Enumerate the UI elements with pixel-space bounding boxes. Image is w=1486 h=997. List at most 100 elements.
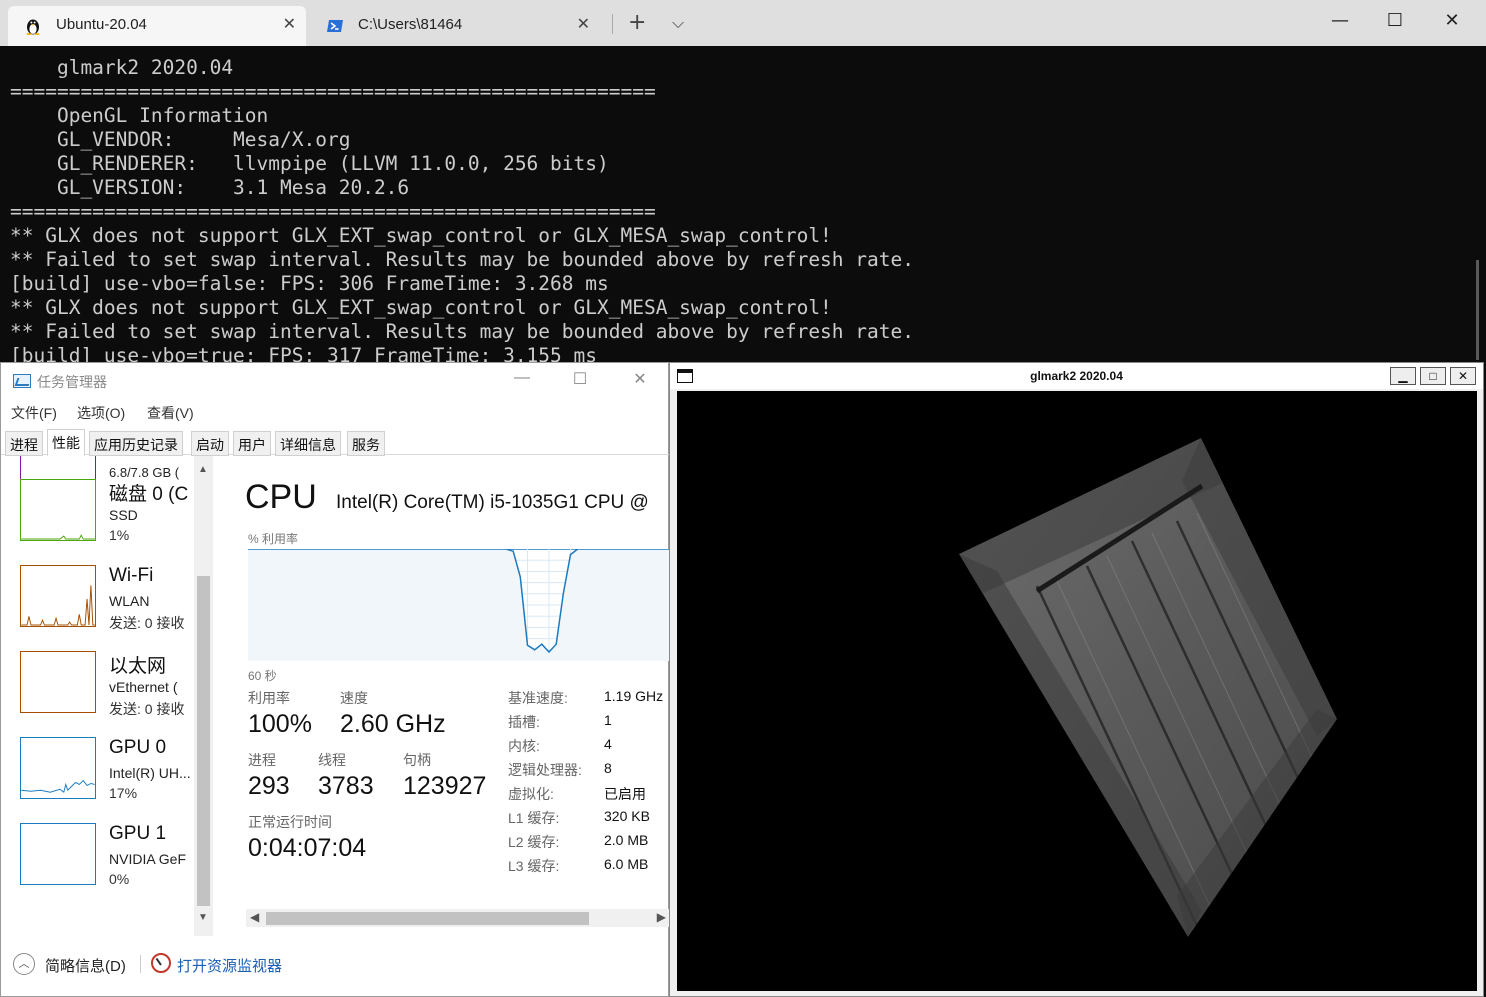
menu-file[interactable]: 文件(F) — [11, 403, 57, 423]
gpu0-thumbnail — [20, 737, 96, 799]
task-manager-footer: ︿ 简略信息(D) 打开资源监视器 — [1, 946, 670, 996]
horizontal-scrollbar[interactable]: ◀ ▶ — [246, 909, 670, 927]
ethernet-throughput: 发送: 0 接收 — [109, 701, 185, 717]
sidebar-item-ethernet[interactable]: 以太网 vEthernet ( 发送: 0 接收 — [1, 651, 193, 737]
tab-details[interactable]: 详细信息 — [275, 431, 341, 456]
gpu1-thumbnail — [20, 823, 96, 885]
window-title: 任务管理器 — [37, 374, 107, 390]
sidebar-item-wifi[interactable]: Wi-Fi WLAN 发送: 0 接收 — [1, 565, 193, 651]
sidebar-item-gpu0[interactable]: GPU 0 Intel(R) UH... 17% — [1, 737, 193, 823]
glmark2-render-canvas[interactable] — [677, 391, 1477, 991]
open-resource-monitor-link[interactable]: 打开资源监视器 — [177, 955, 282, 976]
terminal-tab-bar: Ubuntu-20.04 ✕ C:\Users\81464 ✕ + ⌵ — ☐ … — [0, 0, 1486, 46]
minimize-icon[interactable]: ▁ — [1390, 367, 1416, 385]
maximize-icon[interactable]: □ — [1420, 367, 1446, 385]
sidebar-scrollbar[interactable]: ▲ ▼ — [194, 456, 213, 936]
gpu0-usage: 17% — [109, 785, 138, 801]
close-tab-icon[interactable]: ✕ — [577, 14, 590, 34]
tab-services[interactable]: 服务 — [347, 431, 385, 456]
utilization-label: 利用率 — [248, 690, 290, 706]
tab-performance[interactable]: 性能 — [47, 429, 85, 456]
cpu-title: CPU — [245, 478, 317, 516]
terminal-scrollbar[interactable] — [1476, 260, 1479, 360]
terminal-line: ** GLX does not support GLX_EXT_swap_con… — [10, 224, 832, 247]
tab-processes[interactable]: 进程 — [5, 431, 43, 456]
tab-ubuntu[interactable]: Ubuntu-20.04 ✕ — [8, 6, 306, 46]
spec-label: 插槽: — [508, 714, 540, 730]
utilization-value: 100% — [248, 710, 312, 738]
fewer-details-button[interactable]: 简略信息(D) — [45, 955, 126, 976]
threads-label: 线程 — [318, 752, 346, 768]
new-tab-plus-icon[interactable]: + — [628, 10, 646, 35]
close-window-icon[interactable]: ✕ — [625, 369, 655, 389]
chevron-up-icon[interactable]: ︿ — [13, 953, 35, 975]
tab-startup[interactable]: 启动 — [191, 431, 229, 456]
minimize-icon[interactable]: — — [507, 369, 537, 387]
terminal-line: ========================================… — [10, 200, 656, 223]
spec-value: 1 — [604, 712, 612, 728]
linux-penguin-icon — [26, 19, 40, 35]
terminal-line: OpenGL Information — [10, 104, 269, 127]
glmark2-window: glmark2 2020.04 ▁ □ ✕ — [669, 362, 1484, 997]
gpu0-name: GPU 0 — [109, 737, 167, 758]
spec-value: 8 — [604, 760, 612, 776]
maximize-icon[interactable]: ☐ — [565, 369, 595, 389]
disk-usage: 1% — [109, 527, 130, 543]
close-window-icon[interactable]: ✕ — [1450, 367, 1476, 385]
spec-label: L2 缓存: — [508, 834, 560, 850]
terminal-line: ========================================… — [10, 80, 656, 103]
sidebar-item-gpu1[interactable]: GPU 1 NVIDIA GeF 0% — [1, 823, 193, 909]
menu-view[interactable]: 查看(V) — [147, 403, 194, 423]
disk-type: SSD — [109, 507, 138, 523]
close-window-icon[interactable]: ✕ — [1437, 10, 1467, 31]
tab-app-history[interactable]: 应用历史记录 — [89, 431, 183, 456]
terminal-output[interactable]: glmark2 2020.04 =========================… — [10, 56, 1470, 362]
gpu1-model: NVIDIA GeF — [109, 851, 187, 867]
sidebar-item-disk[interactable]: 磁盘 0 (C SSD 1% — [1, 479, 193, 565]
footer-divider — [140, 955, 141, 973]
cpu-performance-panel: CPU Intel(R) Core(TM) i5-1035G1 CPU @ % … — [213, 456, 670, 936]
utilization-axis-label: % 利用率 — [248, 532, 299, 546]
spec-label: 基准速度: — [508, 690, 568, 706]
spec-label: L1 缓存: — [508, 810, 560, 826]
tab-label: Ubuntu-20.04 — [56, 16, 147, 33]
gpu1-usage: 0% — [109, 871, 130, 887]
handles-label: 句柄 — [403, 752, 431, 768]
glmark2-titlebar: glmark2 2020.04 ▁ □ ✕ — [670, 363, 1483, 389]
processes-label: 进程 — [248, 752, 276, 768]
powershell-icon — [327, 20, 343, 32]
tab-strip: 进程 性能 应用历史记录 启动 用户 详细信息 服务 — [1, 429, 670, 456]
ethernet-adapter: vEthernet ( — [109, 679, 178, 695]
close-tab-icon[interactable]: ✕ — [283, 14, 296, 34]
graph-time-span: 60 秒 — [248, 669, 277, 683]
scrollbar-thumb[interactable] — [266, 912, 589, 925]
utilization-area — [248, 549, 670, 661]
terminal-line: ** Failed to set swap interval. Results … — [10, 320, 914, 343]
scrollbar-thumb[interactable] — [197, 576, 210, 906]
chevron-down-icon[interactable]: ⌵ — [672, 13, 684, 33]
gpu0-model: Intel(R) UH... — [109, 765, 191, 781]
wifi-throughput: 发送: 0 接收 — [109, 615, 185, 631]
menu-options[interactable]: 选项(O) — [77, 403, 125, 423]
ethernet-thumbnail — [20, 651, 96, 713]
wifi-name: Wi-Fi — [109, 565, 154, 586]
scroll-up-icon[interactable]: ▲ — [198, 464, 208, 475]
window-title: glmark2 2020.04 — [1030, 369, 1123, 383]
tab-powershell[interactable]: C:\Users\81464 ✕ — [310, 6, 600, 46]
tab-label: C:\Users\81464 — [358, 16, 463, 33]
wifi-adapter: WLAN — [109, 593, 150, 609]
spec-value: 320 KB — [604, 808, 650, 824]
scroll-down-icon[interactable]: ▼ — [198, 912, 208, 923]
tab-divider — [612, 14, 613, 34]
minimize-icon[interactable]: — — [1325, 10, 1355, 31]
scroll-left-icon[interactable]: ◀ — [250, 910, 259, 924]
spec-label: 内核: — [508, 738, 540, 754]
tab-users[interactable]: 用户 — [233, 431, 271, 456]
spec-value: 已启用 — [604, 786, 646, 802]
task-manager-app-icon — [13, 374, 31, 388]
maximize-icon[interactable]: ☐ — [1380, 10, 1410, 31]
task-manager-window: 任务管理器 — ☐ ✕ 文件(F) 选项(O) 查看(V) 进程 性能 应用历史… — [0, 362, 670, 997]
resource-monitor-icon[interactable] — [151, 953, 171, 973]
scroll-right-icon[interactable]: ▶ — [657, 910, 666, 924]
cpu-utilization-graph — [248, 549, 670, 661]
